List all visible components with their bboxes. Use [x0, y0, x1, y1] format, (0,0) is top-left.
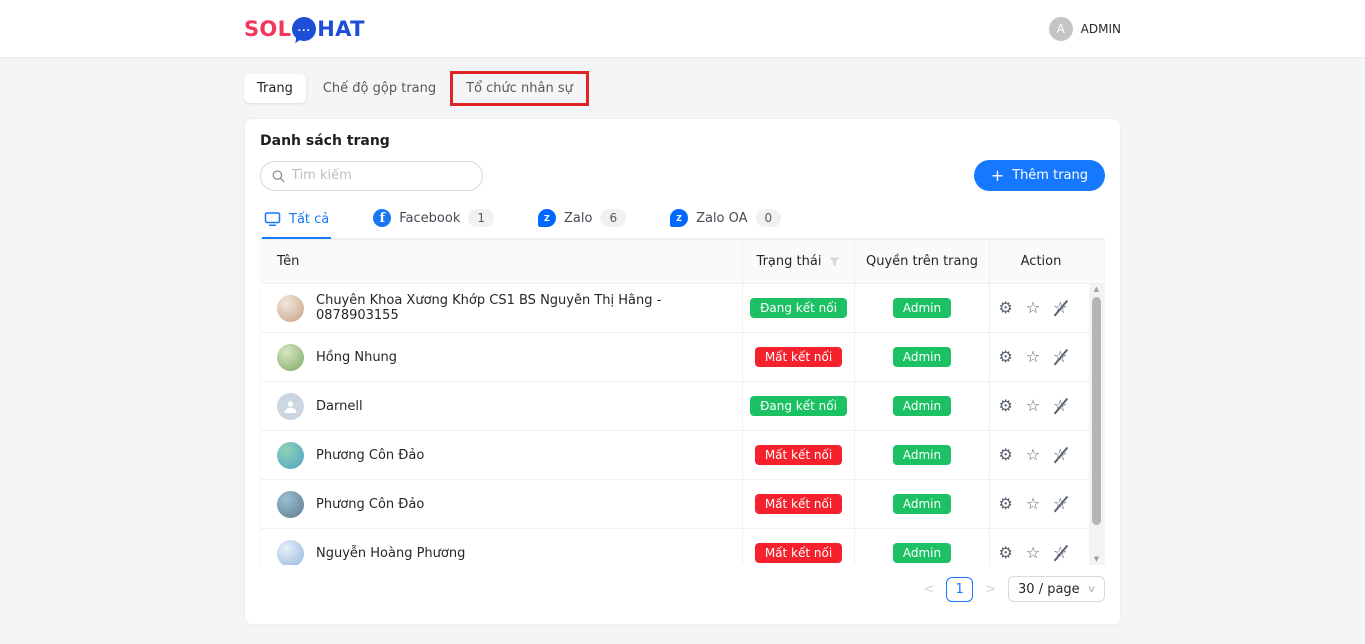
logo-text-sol: SOL	[244, 17, 291, 41]
page-name: Darnell	[316, 399, 363, 414]
zalo-count-badge: 6	[600, 209, 626, 227]
nav-tab-trang[interactable]: Trang	[244, 74, 306, 103]
star-slash-icon[interactable]: ☆	[1053, 545, 1067, 561]
zalo-oa-count-badge: 0	[756, 209, 782, 227]
zalo-icon: Z	[538, 209, 556, 227]
table-scrollbar[interactable]: ▲ ▼	[1089, 284, 1104, 565]
monitor-icon	[264, 211, 281, 227]
scroll-down-icon[interactable]: ▼	[1094, 556, 1099, 563]
filter-tab-all[interactable]: Tất cả	[262, 207, 331, 238]
column-header-status: Trạng thái	[742, 240, 854, 283]
role-badge: Admin	[893, 494, 951, 514]
settings-icon[interactable]: ⚙	[998, 300, 1012, 316]
zalo-icon: Z	[670, 209, 688, 227]
star-slash-icon[interactable]: ☆	[1053, 300, 1067, 316]
table-row: Nguyễn Hoàng Phương Mất kết nối Admin ⚙ …	[261, 529, 1092, 565]
page-avatar	[277, 295, 304, 322]
page-avatar	[277, 344, 304, 371]
card-title: Danh sách trang	[260, 133, 1105, 149]
settings-icon[interactable]: ⚙	[998, 447, 1012, 463]
role-badge: Admin	[893, 445, 951, 465]
search-icon	[272, 169, 285, 183]
star-icon[interactable]: ☆	[1026, 496, 1040, 512]
star-icon[interactable]: ☆	[1026, 398, 1040, 414]
filter-tab-zalo-oa[interactable]: Z Zalo OA 0	[668, 205, 783, 238]
chevron-down-icon: ∨	[1086, 584, 1096, 595]
top-header: SOL...HAT A ADMIN	[0, 0, 1365, 58]
pagination-next-icon[interactable]: >	[982, 582, 999, 597]
role-badge: Admin	[893, 347, 951, 367]
user-name-label: ADMIN	[1081, 22, 1121, 36]
table-body: Chuyên Khoa Xương Khớp CS1 BS Nguyễn Thị…	[261, 284, 1104, 565]
star-icon[interactable]: ☆	[1026, 447, 1040, 463]
scroll-up-icon[interactable]: ▲	[1094, 286, 1099, 293]
search-input[interactable]	[292, 168, 471, 183]
status-badge: Đang kết nối	[750, 298, 847, 318]
settings-icon[interactable]: ⚙	[998, 398, 1012, 414]
page-name: Hồng Nhung	[316, 350, 397, 365]
nav-tab-che-do-gop-trang[interactable]: Chế độ gộp trang	[310, 74, 449, 103]
star-icon[interactable]: ☆	[1026, 349, 1040, 365]
settings-icon[interactable]: ⚙	[998, 545, 1012, 561]
status-badge: Mất kết nối	[755, 494, 842, 514]
page-avatar	[277, 491, 304, 518]
plus-icon: +	[991, 168, 1004, 184]
pages-table: Tên Trạng thái Quyền trên trang Action C…	[260, 239, 1105, 565]
nav-tab-to-chuc-nhan-su[interactable]: Tổ chức nhân sự	[453, 74, 586, 103]
settings-icon[interactable]: ⚙	[998, 496, 1012, 512]
scrollbar-thumb[interactable]	[1092, 297, 1101, 525]
page-name: Nguyễn Hoàng Phương	[316, 546, 465, 561]
add-page-button[interactable]: + Thêm trang	[974, 160, 1105, 191]
star-icon[interactable]: ☆	[1026, 545, 1040, 561]
table-row: Chuyên Khoa Xương Khớp CS1 BS Nguyễn Thị…	[261, 284, 1092, 333]
table-header-row: Tên Trạng thái Quyền trên trang Action	[261, 240, 1104, 284]
table-row: Darnell Đang kết nối Admin ⚙ ☆ ☆	[261, 382, 1092, 431]
page-name: Phương Côn Đảo	[316, 497, 424, 512]
filter-tab-facebook[interactable]: f Facebook 1	[371, 205, 496, 238]
star-icon[interactable]: ☆	[1026, 300, 1040, 316]
pagination-page-1[interactable]: 1	[946, 577, 973, 602]
star-slash-icon[interactable]: ☆	[1053, 496, 1067, 512]
column-header-role: Quyền trên trang	[854, 240, 989, 283]
page-avatar	[277, 393, 304, 420]
settings-icon[interactable]: ⚙	[998, 349, 1012, 365]
column-header-action: Action	[989, 240, 1092, 283]
filter-tab-zalo[interactable]: Z Zalo 6	[536, 205, 628, 238]
table-row: Hồng Nhung Mất kết nối Admin ⚙ ☆ ☆	[261, 333, 1092, 382]
filter-funnel-icon[interactable]	[829, 257, 840, 267]
star-slash-icon[interactable]: ☆	[1053, 447, 1067, 463]
logo-text-hat: HAT	[317, 17, 364, 41]
column-header-name: Tên	[261, 240, 742, 283]
role-badge: Admin	[893, 543, 951, 563]
page-list-card: Danh sách trang + Thêm trang Tất cả f Fa…	[244, 118, 1121, 625]
status-badge: Mất kết nối	[755, 445, 842, 465]
page-avatar	[277, 442, 304, 469]
chat-bubble-icon: ...	[292, 17, 316, 41]
pagination: < 1 > 30 / page ∨	[260, 576, 1105, 602]
table-row: Phương Côn Đảo Mất kết nối Admin ⚙ ☆ ☆	[261, 480, 1092, 529]
star-slash-icon[interactable]: ☆	[1053, 398, 1067, 414]
status-badge: Mất kết nối	[755, 347, 842, 367]
solchat-logo[interactable]: SOL...HAT	[244, 17, 365, 41]
user-avatar[interactable]: A	[1049, 17, 1073, 41]
table-row: Phương Côn Đảo Mất kết nối Admin ⚙ ☆ ☆	[261, 431, 1092, 480]
page-name: Phương Côn Đảo	[316, 448, 424, 463]
page-name: Chuyên Khoa Xương Khớp CS1 BS Nguyễn Thị…	[316, 293, 742, 323]
status-badge: Mất kết nối	[755, 543, 842, 563]
facebook-icon: f	[373, 209, 391, 227]
role-badge: Admin	[893, 396, 951, 416]
role-badge: Admin	[893, 298, 951, 318]
status-badge: Đang kết nối	[750, 396, 847, 416]
pagination-prev-icon[interactable]: <	[920, 582, 937, 597]
star-slash-icon[interactable]: ☆	[1053, 349, 1067, 365]
page-size-select[interactable]: 30 / page ∨	[1008, 576, 1105, 602]
user-menu[interactable]: A ADMIN	[1049, 17, 1121, 41]
page-nav-tabs: Trang Chế độ gộp trang Tổ chức nhân sự	[244, 74, 586, 103]
facebook-count-badge: 1	[468, 209, 494, 227]
channel-filter-tabs: Tất cả f Facebook 1 Z Zalo 6 Z Zalo OA 0	[260, 205, 1105, 239]
search-box[interactable]	[260, 161, 483, 191]
page-avatar	[277, 540, 304, 566]
